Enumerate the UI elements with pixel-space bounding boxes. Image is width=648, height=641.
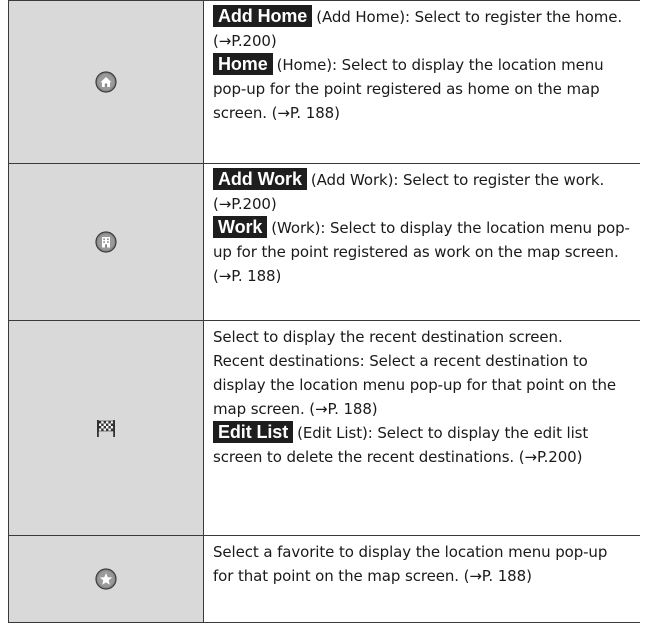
description-item: Add Work (Add Work): Select to register t…: [213, 168, 632, 216]
feature-table: Add Home (Add Home): Select to register t…: [8, 0, 640, 623]
description-item: Select to display the recent destination…: [213, 325, 632, 349]
description-item: Add Home (Add Home): Select to register t…: [213, 5, 632, 53]
description-item: Edit List (Edit List): Select to display …: [213, 421, 632, 469]
icon-cell: [9, 164, 204, 320]
table-row-recent: Select to display the recent destination…: [9, 321, 640, 536]
checkered-flag-icon: [97, 420, 115, 437]
description-item: Select a favorite to display the locatio…: [213, 540, 632, 588]
icon-cell: [9, 321, 204, 535]
description-item: Recent destinations: Select a recent des…: [213, 349, 632, 421]
icon-cell: [9, 1, 204, 163]
description-text: Select a favorite to display the locatio…: [213, 543, 608, 585]
description-item: Home (Home): Select to display the locati…: [213, 53, 632, 125]
description-text: (Work): Select to display the location m…: [213, 219, 630, 285]
icon-cell: [9, 536, 204, 622]
description-item: Work (Work): Select to display the locati…: [213, 216, 632, 288]
work-icon: [95, 231, 117, 253]
add-work-button[interactable]: Add Work: [213, 168, 307, 190]
home-icon: [95, 71, 117, 93]
description-cell: Select to display the recent destination…: [204, 321, 640, 535]
table-row-work: Add Work (Add Work): Select to register t…: [9, 164, 640, 321]
description-cell: Add Home (Add Home): Select to register t…: [204, 1, 640, 163]
star-icon: [95, 568, 117, 590]
description-cell: Add Work (Add Work): Select to register t…: [204, 164, 640, 320]
home-button[interactable]: Home: [213, 53, 273, 75]
description-text: Select to display the recent destination…: [213, 328, 563, 346]
description-cell: Select a favorite to display the locatio…: [204, 536, 640, 622]
table-row-home: Add Home (Add Home): Select to register t…: [9, 0, 640, 164]
add-home-button[interactable]: Add Home: [213, 5, 313, 27]
edit-list-button[interactable]: Edit List: [213, 421, 294, 443]
description-text: Recent destinations: Select a recent des…: [213, 352, 617, 418]
table-row-favorites: Select a favorite to display the locatio…: [9, 536, 640, 623]
work-button[interactable]: Work: [213, 216, 268, 238]
